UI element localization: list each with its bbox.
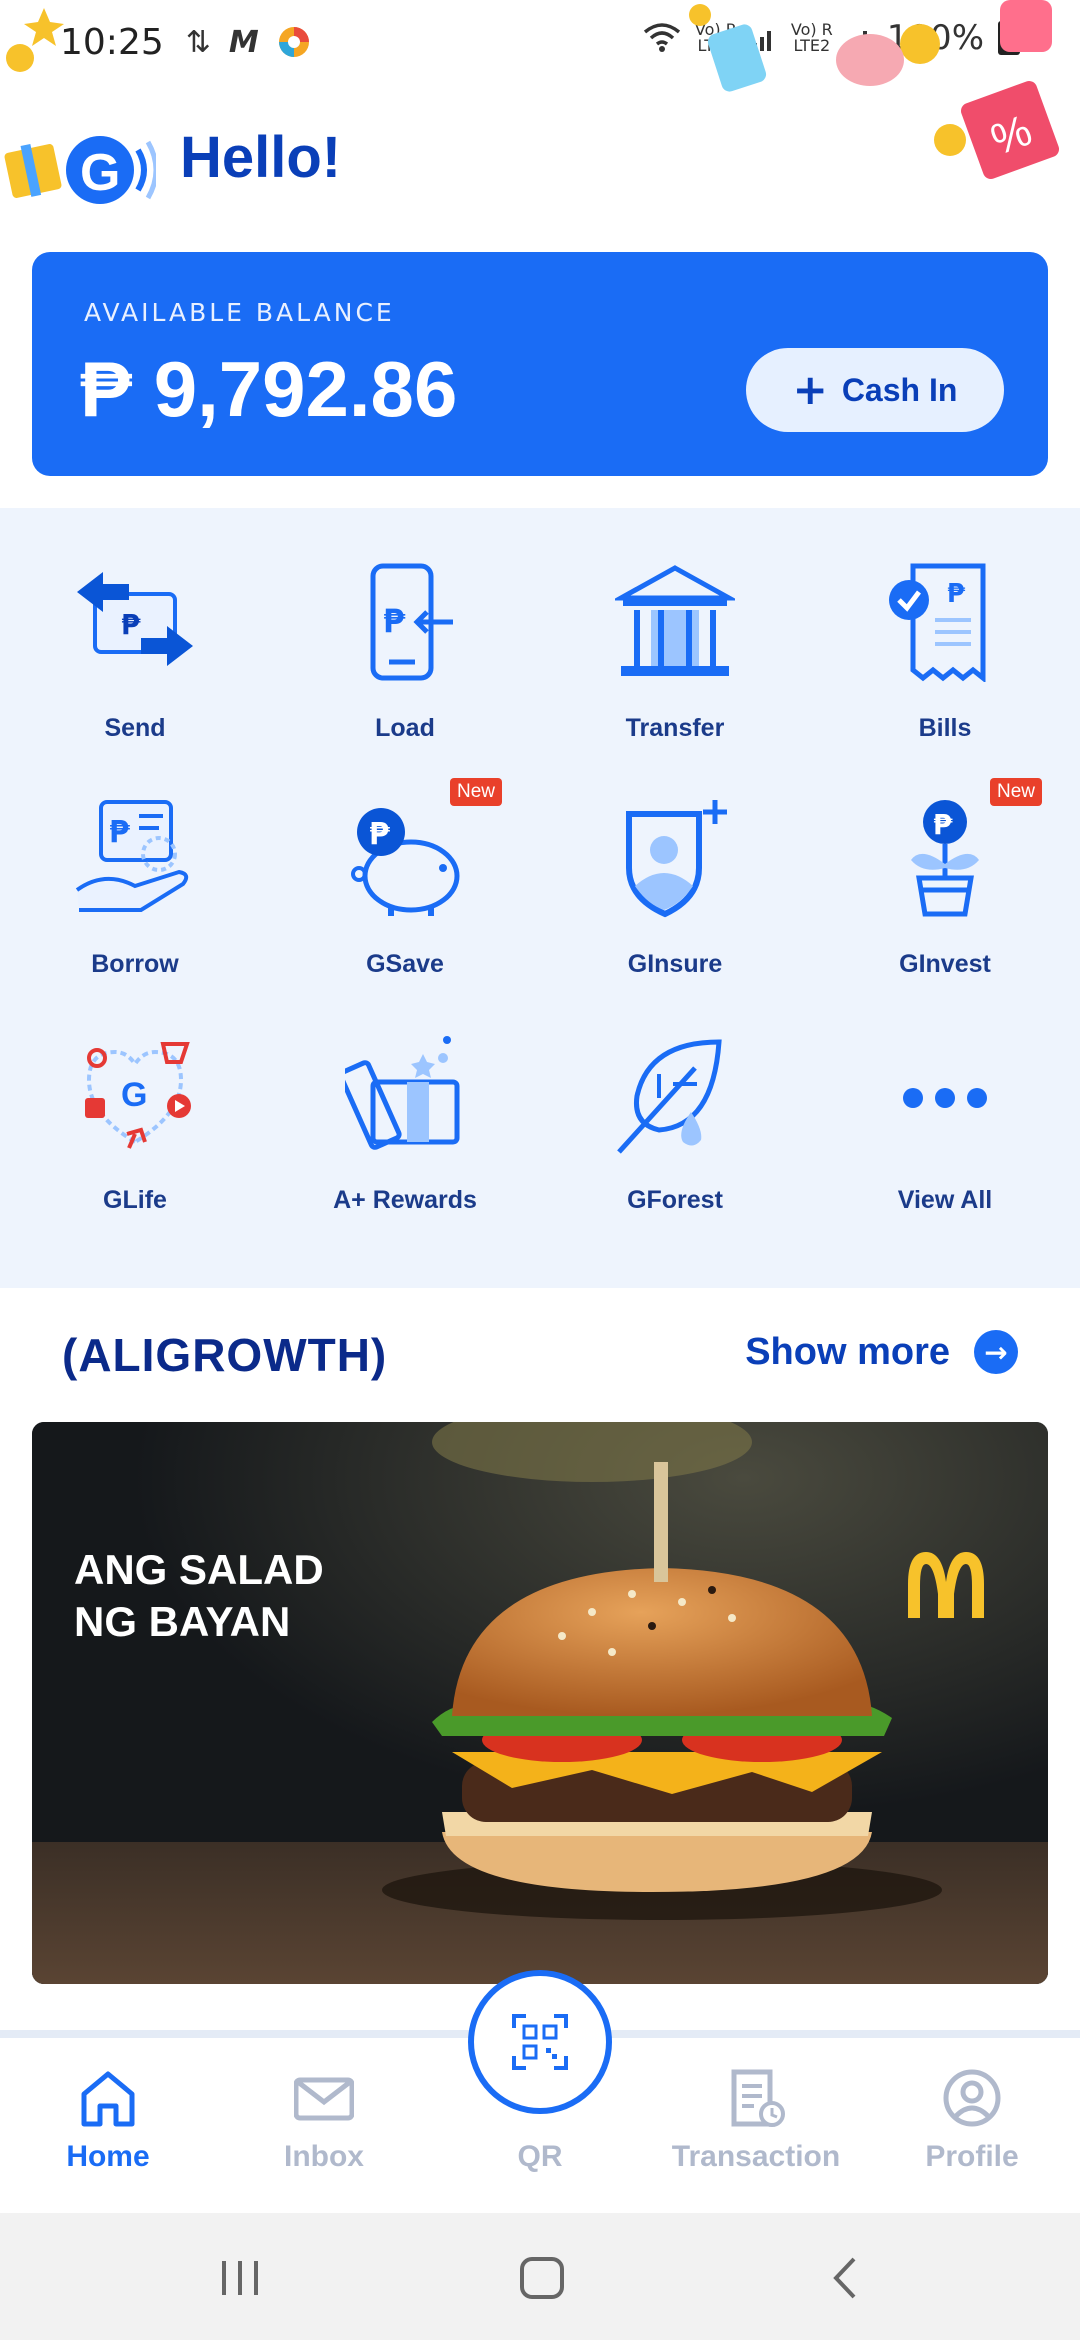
service-transfer[interactable]: Transfer [555,508,795,742]
svg-text:₱: ₱ [933,808,953,841]
receipt-icon [731,2069,785,2127]
nav-label: Home [66,2140,150,2173]
service-gforest[interactable]: GForest [555,980,795,1214]
arrow-right-icon: → [974,1330,1018,1374]
system-nav-bar [0,2213,1080,2340]
promo-banner[interactable]: ANG SALAD NG BAYAN [32,1422,1048,1984]
bills-icon: ₱ [889,563,986,682]
network-1-name: LTE1 [697,36,735,55]
svg-text:₱: ₱ [369,817,390,852]
qr-scan-icon [512,2014,568,2070]
home-icon [81,2071,135,2127]
service-glife[interactable]: G GLife [15,980,255,1214]
wifi-icon [643,23,681,52]
banner-headline: ANG SALAD NG BAYAN [74,1546,324,1645]
svg-text:G: G [80,144,120,202]
service-label: A+ Rewards [333,1186,477,1214]
mcdonalds-logo-icon [908,1552,984,1618]
service-label: GSave [366,950,444,978]
service-a-plus-rewards[interactable]: A+ Rewards [285,980,525,1214]
gift-icon [345,1036,460,1150]
service-label: Bills [918,714,972,742]
nav-inbox[interactable]: Inbox [216,2038,432,2213]
header: G Hello! [0,100,1080,210]
signal-2-icon [848,31,867,51]
service-label: Send [104,714,166,742]
status-right: Vo) R LTE1 Vo) R LTE2 100% [643,18,1020,58]
service-borrow[interactable]: ₱ Borrow [15,744,255,978]
service-label: Transfer [625,714,725,742]
nav-label: QR [517,2140,563,2173]
svg-text:₱: ₱ [383,602,406,640]
nav-label: Profile [925,2140,1019,2173]
nav-home[interactable]: Home [0,2038,216,2213]
service-ginvest[interactable]: ₱ GInvest [825,744,1065,978]
network-2-name: LTE2 [793,36,831,55]
piggy-bank-icon: ₱ [351,808,460,916]
services-grid: ₱ Send ₱ Load Transfer ₱ Bills ₱ Borrow … [0,508,1080,1288]
new-badge-gsave: New [450,778,502,806]
shield-user-icon [626,800,727,918]
network-1-label: Vo) R LTE1 [694,20,737,55]
bank-icon [615,565,735,676]
svg-text:₱: ₱ [121,608,141,641]
borrow-icon: ₱ [75,800,189,912]
data-transfer-icon: ⇅ [185,24,211,60]
balance-card: AVAILABLE BALANCE ₱ 9,792.86 + Cash In [32,252,1048,476]
service-label: Load [375,714,435,742]
status-time: 10:25 [60,21,164,63]
gcash-logo: G [4,122,156,212]
cash-in-button[interactable]: + Cash In [746,348,1004,432]
nav-transaction[interactable]: Transaction [648,2038,864,2213]
recent-apps-icon[interactable] [210,2253,270,2303]
svg-text:₱: ₱ [109,815,130,850]
svg-text:G: G [121,1076,147,1114]
service-gsave[interactable]: ₱ GSave [285,744,525,978]
show-more-link[interactable]: Show more → [745,1330,1018,1374]
plant-icon: ₱ [911,800,979,917]
show-more-label: Show more [745,1330,950,1373]
profile-icon [943,2069,1001,2127]
plus-icon: + [792,365,828,414]
balance-label: AVAILABLE BALANCE [84,298,395,327]
battery-percent: 100% [886,18,984,58]
service-label: GInsure [627,950,723,978]
burger-image [32,1422,1048,1984]
service-send[interactable]: ₱ Send [15,508,255,742]
service-label: View All [897,1186,993,1214]
home-button-icon[interactable] [512,2253,572,2303]
service-label: GForest [627,1186,723,1214]
battery-icon [998,21,1020,55]
promo-title: (ALIGROWTH) [62,1329,388,1381]
send-icon: ₱ [77,572,193,666]
nav-profile[interactable]: Profile [864,2038,1080,2213]
glife-icon: G [85,1042,191,1149]
back-icon[interactable] [816,2253,876,2303]
nav-label: Transaction [671,2140,841,2173]
cash-in-label: Cash In [841,371,958,408]
qr-button[interactable] [468,1970,612,2114]
g-logo-icon: G [66,136,156,204]
greeting: Hello! [180,125,342,190]
svg-text:₱: ₱ [947,579,966,609]
service-ginsure[interactable]: GInsure [555,744,795,978]
status-left-icons: ⇅ M [186,25,311,60]
service-label: GInvest [899,950,991,978]
service-view-all[interactable]: View All [825,980,1065,1214]
service-label: GLife [103,1186,167,1214]
service-load[interactable]: ₱ Load [285,508,525,742]
new-badge-ginvest: New [990,778,1042,806]
service-bills[interactable]: ₱ Bills [825,508,1065,742]
app-notification-icon [278,27,309,57]
load-icon: ₱ [370,563,453,681]
signal-1-icon [752,31,771,51]
service-label: Borrow [91,950,179,978]
network-2-label: Vo) R LTE2 [790,20,833,55]
nav-label: Inbox [284,2140,364,2173]
balance-amount[interactable]: ₱ 9,792.86 [80,344,457,435]
more-dots-icon [903,1088,987,1108]
leaf-icon [617,1039,722,1154]
gmail-icon: M [228,24,259,60]
mail-icon [294,2077,354,2121]
